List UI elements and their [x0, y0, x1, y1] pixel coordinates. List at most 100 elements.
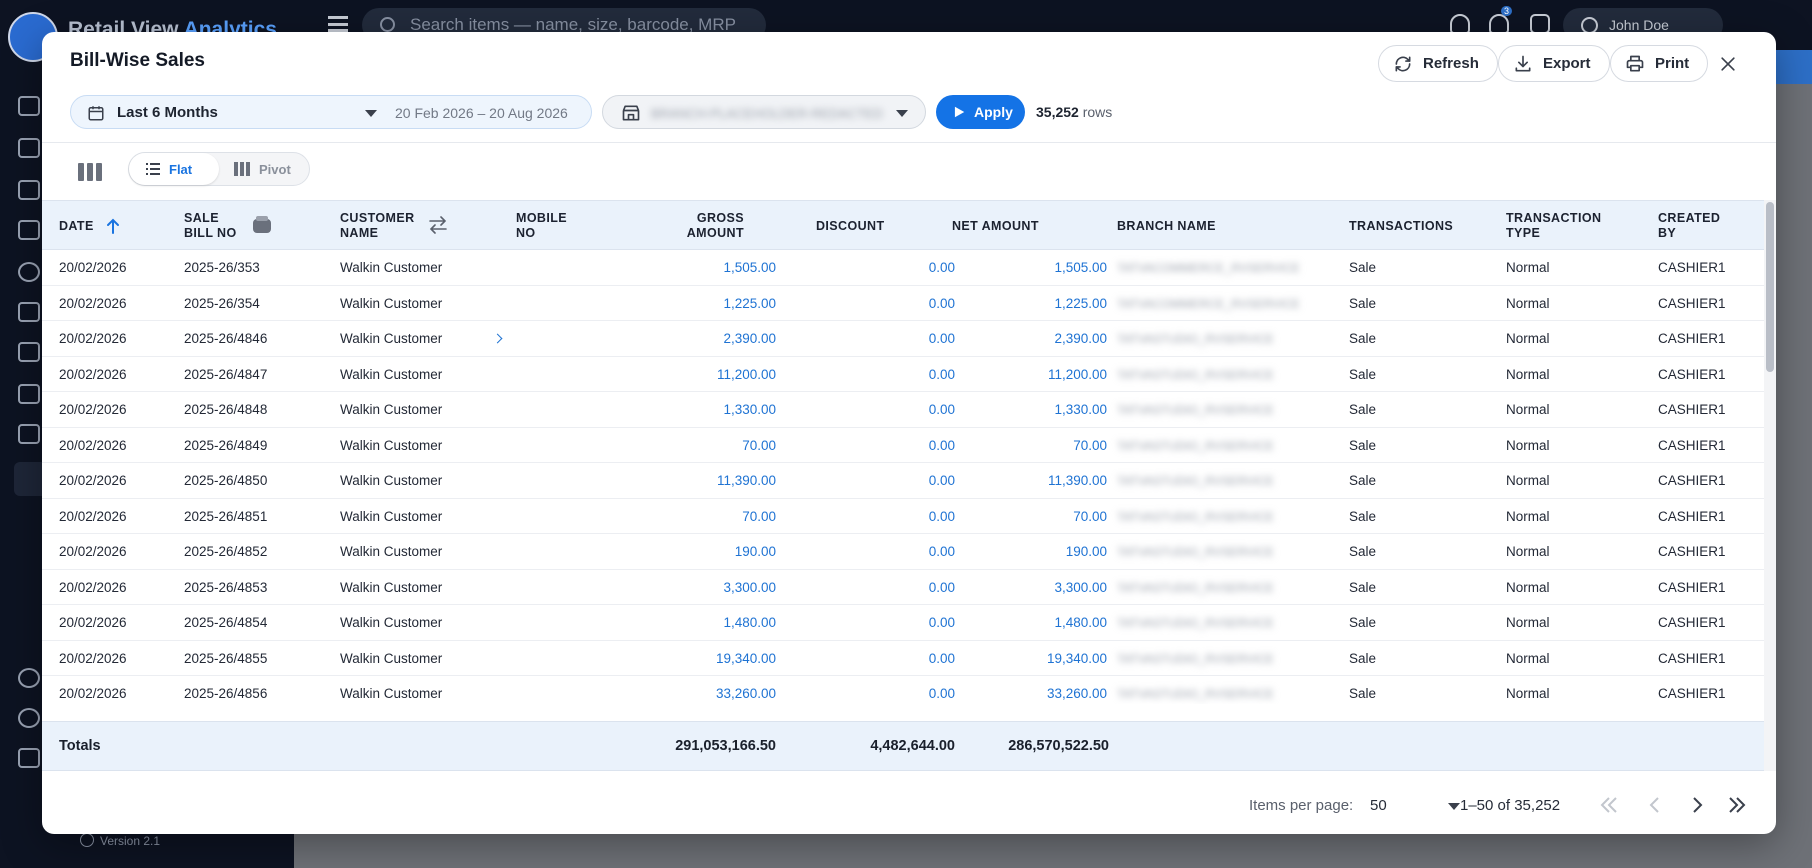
chevron-right-icon[interactable]: [492, 333, 503, 344]
document-check-icon[interactable]: [18, 424, 40, 444]
refresh-button[interactable]: Refresh: [1378, 45, 1498, 82]
box-icon[interactable]: [18, 220, 40, 240]
columns-icon[interactable]: [78, 163, 102, 181]
column-header-transactions[interactable]: TRANSACTIONS: [1349, 201, 1453, 251]
cell-branch-name: TATVASTUDIO_RVSERVICE: [1117, 580, 1274, 595]
table-row[interactable]: 20/02/2026 2025-26/4856 Walkin Customer 33,…: [42, 676, 1764, 704]
table-row[interactable]: 20/02/2026 2025-26/4852 Walkin Customer 190…: [42, 534, 1764, 570]
cell-date: 20/02/2026: [59, 615, 127, 630]
cell-gross-amount: 2,390.00: [723, 331, 776, 346]
sort-asc-icon[interactable]: [106, 218, 120, 234]
cell-net-amount: 1,505.00: [1054, 260, 1107, 275]
print-button[interactable]: Print: [1610, 45, 1709, 82]
cell-created-by: CASHIER1: [1658, 402, 1726, 417]
branch-select[interactable]: BRANCH-PLACEHOLDER-REDACTED: [602, 95, 926, 129]
gear-icon[interactable]: [18, 668, 40, 688]
column-header-net-amount[interactable]: NET AMOUNT: [952, 201, 1039, 251]
items-per-page-label: Items per page:: [1249, 797, 1354, 814]
table-row[interactable]: 20/02/2026 2025-26/4849 Walkin Customer 70.…: [42, 428, 1764, 463]
menu-icon[interactable]: [328, 16, 348, 32]
table-row[interactable]: 20/02/2026 2025-26/353 Walkin Customer 1,50…: [42, 250, 1764, 286]
first-page-icon: [1600, 797, 1617, 813]
column-header-customer-name[interactable]: CUSTOMER NAME: [340, 201, 415, 251]
store-icon: [622, 105, 640, 121]
shield-icon[interactable]: [18, 342, 40, 362]
table-row[interactable]: 20/02/2026 2025-26/354 Walkin Customer 1,22…: [42, 286, 1764, 321]
cell-created-by: CASHIER1: [1658, 473, 1726, 488]
column-header-gross-amount[interactable]: GROSS AMOUNT: [662, 201, 744, 251]
cell-branch-name: TATVASTUDIO_RVSERVICE: [1117, 545, 1274, 559]
cell-gross-amount: 70.00: [742, 437, 776, 453]
swap-icon[interactable]: [428, 216, 448, 234]
cell-customer-name: Walkin Customer: [340, 331, 443, 346]
cell-branch-name: TATVACOMMERCE_RVSERVICE: [1117, 296, 1300, 311]
refresh-label: Refresh: [1423, 55, 1479, 72]
previous-page-button[interactable]: [1640, 790, 1670, 820]
table-row[interactable]: 20/02/2026 2025-26/4850 Walkin Customer 11,…: [42, 463, 1764, 499]
users-icon[interactable]: [18, 302, 40, 322]
last-page-button[interactable]: [1722, 790, 1752, 820]
bell-icon[interactable]: [1450, 14, 1470, 34]
table-row[interactable]: 20/02/2026 2025-26/4851 Walkin Customer 70.…: [42, 499, 1764, 534]
table-row[interactable]: 20/02/2026 2025-26/4853 Walkin Customer 3,3…: [42, 570, 1764, 605]
last-page-icon: [1729, 797, 1746, 813]
column-header-created-by[interactable]: CREATED BY: [1658, 201, 1720, 251]
cell-transaction-type: Normal: [1506, 615, 1550, 630]
cell-branch-name: TATVASTUDIO_RVSERVICE: [1117, 651, 1274, 666]
view-toggle: Flat Pivot: [128, 152, 310, 186]
cell-date: 20/02/2026: [59, 473, 127, 488]
tab-pivot[interactable]: Pivot: [225, 153, 291, 185]
export-button[interactable]: Export: [1498, 45, 1610, 82]
apply-button[interactable]: Apply: [936, 95, 1025, 129]
items-per-page-select[interactable]: 50: [1370, 797, 1470, 814]
version-label: Version 2.1: [80, 833, 160, 848]
column-header-sale-bill-no[interactable]: SALE BILL NO: [184, 201, 237, 251]
cell-discount: 0.00: [928, 650, 955, 666]
window-icon[interactable]: [18, 96, 40, 116]
cell-discount: 0.00: [928, 437, 955, 453]
cell-net-amount: 11,200.00: [1047, 366, 1107, 382]
cell-created-by: CASHIER1: [1658, 615, 1726, 630]
cell-date: 20/02/2026: [59, 579, 127, 595]
cell-date: 20/02/2026: [59, 295, 127, 311]
scrollbar-thumb[interactable]: [1766, 202, 1774, 372]
column-header-mobile-no[interactable]: MOBILE NO: [516, 201, 567, 251]
notifications-icon[interactable]: 3: [1489, 6, 1513, 34]
first-page-button[interactable]: [1594, 790, 1624, 820]
cell-discount: 0.00: [928, 473, 955, 488]
cell-transactions: Sale: [1349, 331, 1377, 346]
column-header-transaction-type[interactable]: TRANSACTION TYPE: [1506, 201, 1601, 251]
column-header-branch-name[interactable]: BRANCH NAME: [1117, 201, 1216, 251]
table-header: DATE SALE BILL NO CUSTOMER NAME MOBILE NO G…: [42, 200, 1764, 250]
pivot-icon: [234, 162, 250, 176]
next-page-button[interactable]: [1682, 790, 1712, 820]
cell-transactions: Sale: [1349, 615, 1377, 630]
cell-branch-name: TATVASTUDIO_RVSERVICE: [1117, 616, 1274, 630]
cell-sale-bill-no: 2025-26/354: [184, 295, 260, 311]
cell-sale-bill-no: 2025-26/4848: [184, 402, 268, 417]
table-row[interactable]: 20/02/2026 2025-26/4846 Walkin Customer 2,3…: [42, 321, 1764, 357]
tab-flat[interactable]: Flat: [129, 153, 219, 185]
column-header-discount[interactable]: DISCOUNT: [816, 201, 884, 251]
table-row[interactable]: 20/02/2026 2025-26/4855 Walkin Customer 19,…: [42, 641, 1764, 676]
account-icon[interactable]: [18, 708, 40, 728]
period-select[interactable]: Last 6 Months 20 Feb 2026 – 20 Aug 2026: [70, 95, 592, 129]
cell-discount: 0.00: [928, 331, 955, 346]
cell-net-amount: 1,480.00: [1054, 615, 1107, 630]
cell-created-by: CASHIER1: [1658, 686, 1726, 701]
table-row[interactable]: 20/02/2026 2025-26/4854 Walkin Customer 1,4…: [42, 605, 1764, 641]
close-button[interactable]: [1716, 52, 1740, 76]
table-row[interactable]: 20/02/2026 2025-26/4847 Walkin Customer 11,…: [42, 357, 1764, 392]
chart-icon[interactable]: [18, 138, 40, 158]
fullscreen-icon[interactable]: [1530, 14, 1550, 34]
bar-chart-icon[interactable]: [18, 384, 40, 404]
building-icon[interactable]: [18, 180, 40, 200]
table-row[interactable]: 20/02/2026 2025-26/4848 Walkin Customer 1,3…: [42, 392, 1764, 428]
cell-customer-name: Walkin Customer: [340, 260, 443, 275]
cell-branch-name: TATVASTUDIO_RVSERVICE: [1117, 367, 1274, 382]
cell-transactions: Sale: [1349, 544, 1377, 559]
column-header-date[interactable]: DATE: [59, 201, 120, 251]
store-icon[interactable]: [18, 748, 40, 768]
user-icon[interactable]: [18, 262, 40, 282]
cell-created-by: CASHIER1: [1658, 544, 1726, 559]
